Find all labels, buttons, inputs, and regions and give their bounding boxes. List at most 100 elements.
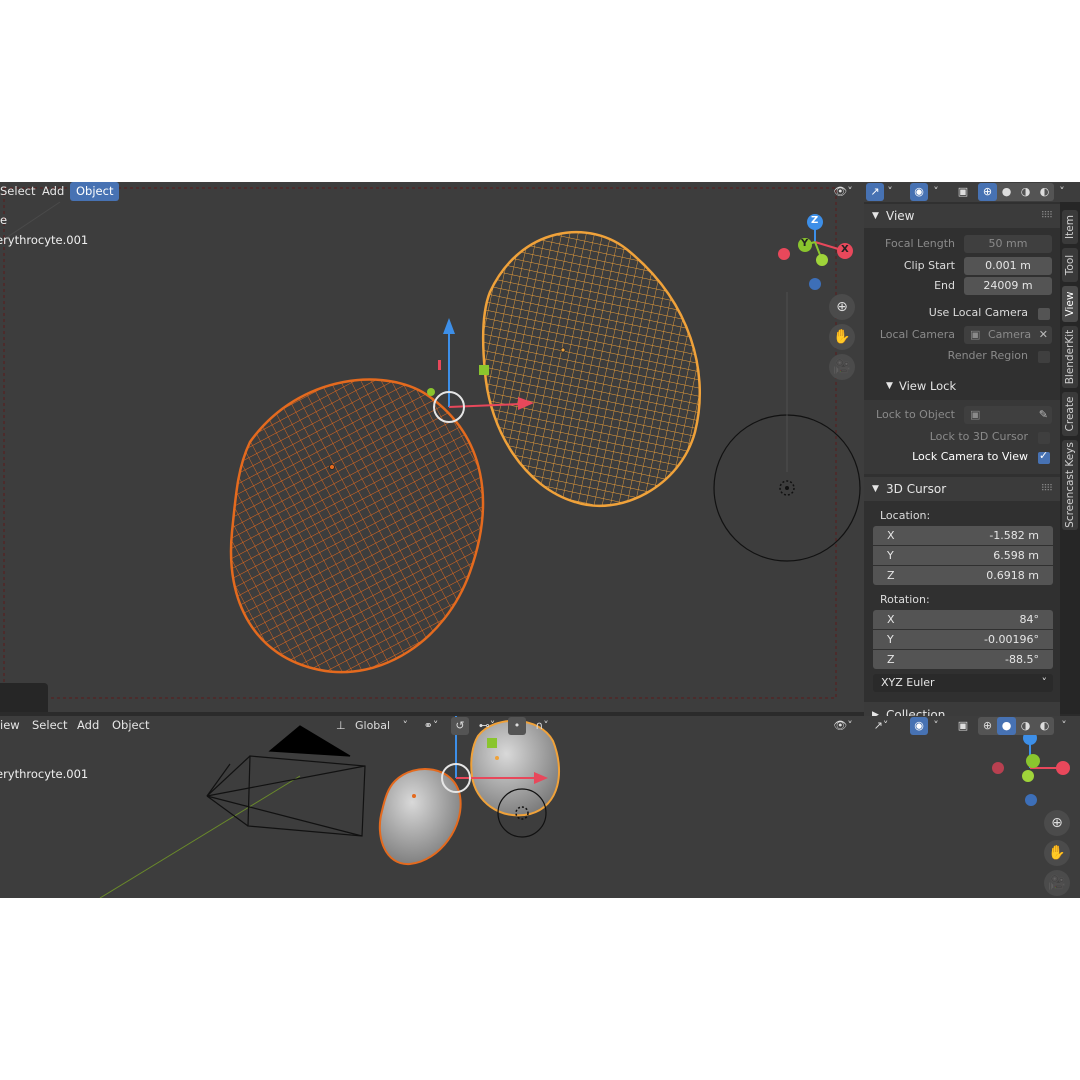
rendered-shading-icon-bottom[interactable]: ◐	[1035, 717, 1054, 735]
3d-cursor-section-title: 3D Cursor	[886, 482, 947, 496]
eyedropper-icon[interactable]: ✎	[1039, 406, 1048, 424]
pan-hand-icon-bottom[interactable]: ✋	[1044, 840, 1070, 866]
visibility-icon[interactable]: 👁˅	[830, 183, 856, 201]
render-region-checkbox[interactable]	[1038, 351, 1050, 363]
view-section-title: View	[886, 209, 915, 223]
rotation-x-field[interactable]: X 84°	[873, 610, 1053, 629]
solid-shading-icon[interactable]: ●	[997, 183, 1016, 201]
zoom-icon-bottom[interactable]: ⊕	[1044, 810, 1070, 836]
pivot-point-icon[interactable]: ⚭˅	[417, 717, 445, 735]
rotation-y-field[interactable]: Y -0.00196°	[873, 630, 1053, 649]
clip-start-field[interactable]: 0.001 m	[964, 257, 1052, 275]
rotation-y-value: -0.00196°	[984, 633, 1039, 646]
sidebar-tabs: Item Tool View BlenderKit Create Screenc…	[1060, 202, 1080, 714]
sidebar-panel: ▼ View ⠿⠿ Focal Length 50 mm Clip Start 0.…	[864, 202, 1060, 716]
local-camera-label: Local Camera	[879, 328, 955, 341]
gizmo-toggle-icon[interactable]: ↗	[866, 183, 884, 201]
snap-target-icon[interactable]: ⊷˅	[472, 717, 502, 735]
clip-end-label: End	[934, 279, 955, 292]
rotation-mode-dropdown[interactable]: XYZ Euler ˅	[873, 674, 1053, 692]
location-label: Location:	[880, 509, 931, 522]
lock-to-3d-cursor-checkbox[interactable]	[1038, 432, 1050, 444]
bottom-3d-viewport[interactable]: iew Select Add Object ⊥ Global ˅ ⚭˅ ↺ ⊷˅…	[0, 716, 1080, 898]
menu-view[interactable]: iew	[0, 716, 26, 735]
snap-toggle-icon[interactable]: ↺	[451, 717, 469, 735]
menu-add[interactable]: Add	[36, 182, 70, 201]
location-z-field[interactable]: Z 0.6918 m	[873, 566, 1053, 585]
erythrocyte-left-wireframe[interactable]	[229, 378, 485, 674]
camera-object[interactable]	[206, 725, 366, 837]
orientation-icon: ⊥	[336, 719, 346, 732]
falloff-icon[interactable]: ∩˅	[528, 717, 556, 735]
camera-view-icon-bottom[interactable]: 🎥	[1044, 870, 1070, 896]
viewport-mode-text: e	[0, 213, 8, 227]
lock-to-object-label: Lock to Object	[876, 408, 955, 421]
top-header: Select Add Object	[0, 182, 864, 202]
rotation-x-value: 84°	[1019, 613, 1040, 626]
view-section-header[interactable]: ▼ View ⠿⠿	[864, 204, 1060, 228]
use-local-camera-label: Use Local Camera	[928, 306, 1028, 319]
use-local-camera-checkbox[interactable]	[1038, 308, 1050, 320]
rotation-label: Rotation:	[880, 593, 930, 606]
location-x-field[interactable]: X -1.582 m	[873, 526, 1053, 545]
collection-section-header[interactable]: ▶ Collection	[864, 702, 1060, 716]
tab-view[interactable]: View	[1062, 286, 1078, 322]
collection-section-title: Collection	[886, 708, 946, 716]
location-z-value: 0.6918 m	[986, 569, 1039, 582]
xray-toggle-icon-bottom[interactable]: ▣	[954, 717, 972, 735]
menu-object[interactable]: Object	[70, 182, 120, 201]
local-camera-field[interactable]: ▣ Camera ✕	[964, 326, 1052, 344]
bottom-viewport-scene	[99, 716, 1070, 898]
material-shading-icon[interactable]: ◑	[1016, 183, 1035, 201]
menu-object-bottom[interactable]: Object	[106, 716, 155, 735]
top-viewport-scene	[0, 187, 861, 699]
corner-widget	[0, 683, 48, 712]
overlay-dropdown-icon[interactable]: ˅	[930, 183, 942, 201]
tab-blenderkit[interactable]: BlenderKit	[1062, 326, 1078, 388]
erythrocyte-right-wireframe[interactable]	[481, 230, 702, 507]
tab-tool[interactable]: Tool	[1062, 248, 1078, 282]
clear-camera-icon[interactable]: ✕	[1039, 326, 1048, 344]
menu-select-bottom[interactable]: Select	[26, 716, 73, 735]
view-lock-header[interactable]: ▼ View Lock	[864, 372, 1060, 400]
shading-dropdown-icon-bottom[interactable]: ˅	[1058, 717, 1070, 735]
tab-item[interactable]: Item	[1062, 210, 1078, 244]
tab-screencast-keys[interactable]: Screencast Keys	[1062, 440, 1078, 530]
location-x-value: -1.582 m	[989, 529, 1039, 542]
wireframe-shading-icon[interactable]: ⊕	[978, 183, 997, 201]
lock-to-object-field[interactable]: ▣ ✎	[964, 406, 1052, 424]
proportional-edit-icon[interactable]: •	[508, 717, 526, 735]
wireframe-shading-icon-bottom[interactable]: ⊕	[978, 717, 997, 735]
rotation-z-field[interactable]: Z -88.5°	[873, 650, 1053, 669]
rendered-shading-icon[interactable]: ◐	[1035, 183, 1054, 201]
overlay-toggle-icon[interactable]: ◉	[910, 183, 928, 201]
solid-shading-icon-bottom[interactable]: ●	[997, 717, 1016, 735]
material-shading-icon-bottom[interactable]: ◑	[1016, 717, 1035, 735]
shading-dropdown-icon[interactable]: ˅	[1056, 183, 1068, 201]
pan-hand-icon[interactable]: ✋	[829, 324, 855, 350]
camera-view-icon[interactable]: 🎥	[829, 354, 855, 380]
clip-end-field[interactable]: 24009 m	[964, 277, 1052, 295]
location-x-axis: X	[887, 529, 895, 542]
overlay-toggle-icon-bottom[interactable]: ◉	[910, 717, 928, 735]
gizmo-dropdown-icon[interactable]: ˅	[884, 183, 896, 201]
erythrocyte-left-solid[interactable]	[378, 768, 462, 866]
visibility-icon-bottom[interactable]: 👁˅	[830, 717, 856, 735]
gizmo-y-label: Y	[801, 238, 809, 249]
active-object-name-bottom: erythrocyte.001	[0, 767, 89, 781]
rotation-x-axis: X	[887, 613, 895, 626]
location-y-field[interactable]: Y 6.598 m	[873, 546, 1053, 565]
lock-camera-to-view-checkbox[interactable]	[1038, 449, 1050, 464]
overlay-dropdown-icon-bottom[interactable]: ˅	[930, 717, 942, 735]
lock-camera-to-view-label: Lock Camera to View	[912, 450, 1028, 463]
3d-cursor-section-header[interactable]: ▼ 3D Cursor ⠿⠿	[864, 477, 1060, 501]
transform-orientation-dropdown[interactable]: ⊥ Global ˅	[334, 717, 410, 735]
xray-toggle-icon[interactable]: ▣	[954, 183, 972, 201]
focal-length-field[interactable]: 50 mm	[964, 235, 1052, 253]
tab-create[interactable]: Create	[1062, 392, 1078, 436]
menu-add-bottom[interactable]: Add	[71, 716, 105, 735]
zoom-icon[interactable]: ⊕	[829, 294, 855, 320]
orientation-value: Global	[355, 719, 391, 732]
focal-length-label: Focal Length	[885, 237, 955, 250]
gizmo-toggle-icon-bottom[interactable]: ↗˅	[866, 717, 896, 735]
